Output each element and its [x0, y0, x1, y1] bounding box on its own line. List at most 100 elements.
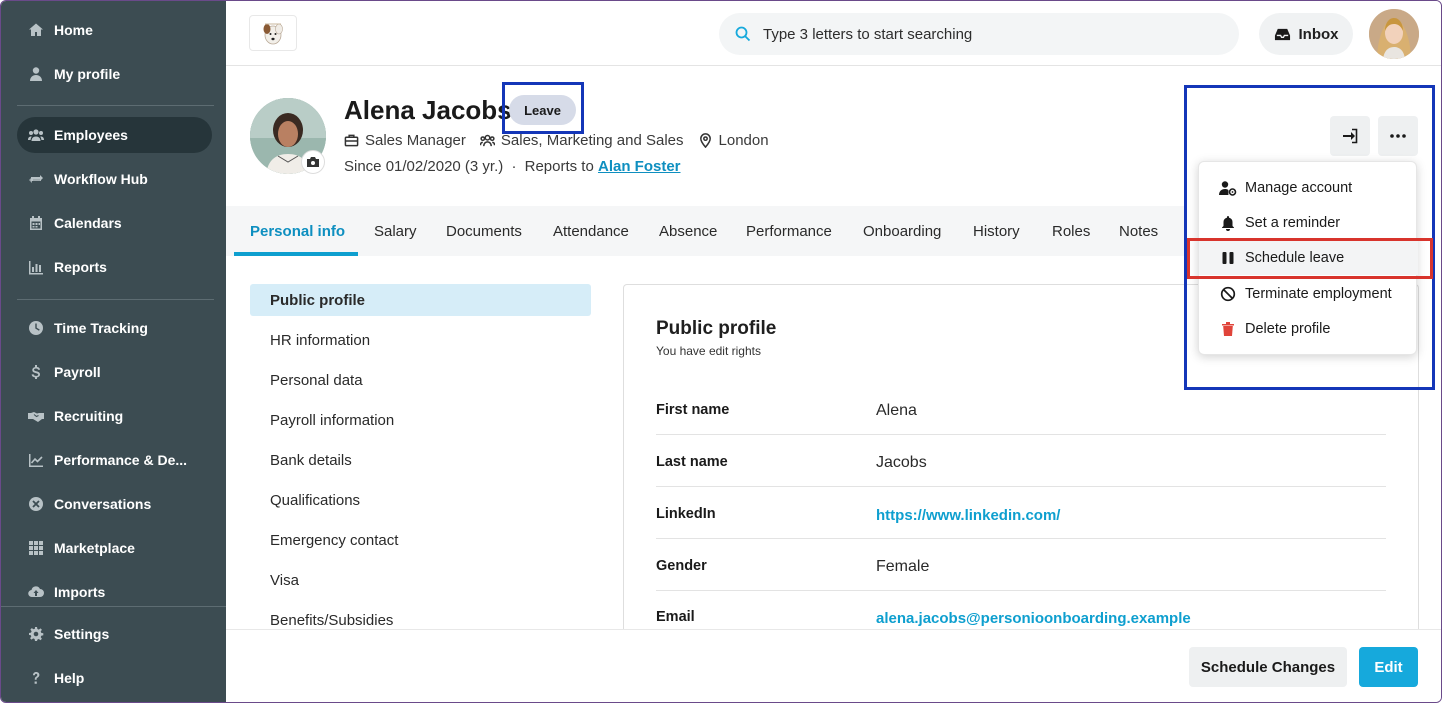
- question-icon: [27, 669, 45, 687]
- tab-salary[interactable]: Salary: [374, 206, 417, 256]
- inbox-label: Inbox: [1298, 25, 1339, 43]
- company-logo[interactable]: [249, 15, 297, 51]
- sidebar-item-my-profile[interactable]: My profile: [17, 56, 212, 92]
- location-pin-icon: [699, 133, 711, 148]
- menu-item-terminate-employment[interactable]: Terminate employment: [1199, 277, 1418, 311]
- change-photo-button[interactable]: [301, 150, 325, 174]
- subnav-emergency-contact[interactable]: Emergency contact: [250, 524, 591, 556]
- since-text: Since 01/02/2020 (3 yr.): [344, 158, 504, 175]
- manager-link[interactable]: Alan Foster: [598, 158, 681, 175]
- sidebar-item-label: Conversations: [54, 496, 152, 512]
- subnav-personal-data[interactable]: Personal data: [250, 364, 591, 396]
- employee-name: Alena Jacobs: [344, 95, 512, 125]
- sidebar-item-performance[interactable]: Performance & De...: [17, 442, 212, 478]
- card-subtitle: You have edit rights: [656, 344, 761, 358]
- trash-icon: [1219, 320, 1237, 338]
- tab-history[interactable]: History: [973, 206, 1020, 256]
- action-footer: Schedule Changes Edit: [226, 629, 1441, 702]
- user-avatar-image: [1369, 9, 1419, 59]
- tab-absence[interactable]: Absence: [659, 206, 717, 256]
- tab-attendance[interactable]: Attendance: [553, 206, 629, 256]
- sidebar-item-label: Imports: [54, 584, 106, 600]
- login-as-button[interactable]: [1330, 116, 1370, 156]
- more-actions-button[interactable]: [1378, 116, 1418, 156]
- sidebar-item-settings[interactable]: Settings: [17, 616, 212, 652]
- field-divider: [656, 434, 1386, 435]
- status-badge: Leave: [509, 95, 576, 125]
- sidebar-item-label: Help: [54, 670, 85, 686]
- field-value-linkedin[interactable]: https://www.linkedin.com/: [876, 507, 1060, 524]
- menu-item-delete-profile[interactable]: Delete profile: [1199, 312, 1418, 346]
- menu-item-label: Set a reminder: [1245, 215, 1341, 231]
- grid-icon: [27, 539, 45, 557]
- active-tab-indicator: [234, 252, 358, 256]
- user-gear-icon: [1219, 179, 1237, 197]
- inbox-icon: [1274, 28, 1290, 40]
- sidebar-item-label: Performance & De...: [54, 452, 188, 468]
- field-value-email[interactable]: alena.jacobs@personioonboarding.example: [876, 610, 1191, 627]
- sidebar-item-time-tracking[interactable]: Time Tracking: [17, 310, 212, 346]
- person-icon: [27, 65, 45, 83]
- sidebar-item-recruiting[interactable]: Recruiting: [17, 398, 212, 434]
- tab-notes[interactable]: Notes: [1119, 206, 1158, 256]
- ellipsis-icon: [1390, 134, 1406, 138]
- field-divider: [656, 538, 1386, 539]
- sidebar-item-home[interactable]: Home: [17, 12, 212, 48]
- sidebar-item-label: Time Tracking: [54, 320, 148, 336]
- cloud-upload-icon: [27, 583, 45, 601]
- subnav-bank-details[interactable]: Bank details: [250, 444, 591, 476]
- top-bar: Type 3 letters to start searching Inbox: [226, 1, 1441, 66]
- user-avatar[interactable]: [1369, 9, 1419, 59]
- card-title: Public profile: [656, 318, 777, 339]
- sidebar-item-label: Reports: [54, 259, 107, 275]
- subnav-qualifications[interactable]: Qualifications: [250, 484, 591, 516]
- sidebar-item-workflow-hub[interactable]: Workflow Hub: [17, 161, 212, 197]
- office-text: London: [718, 132, 769, 149]
- briefcase-icon: [344, 134, 359, 147]
- bell-icon: [1219, 214, 1237, 232]
- schedule-leave-highlight-box: [1187, 238, 1433, 279]
- subnav-visa[interactable]: Visa: [250, 564, 591, 596]
- employee-meta: Sales Manager Sales, Marketing and Sales…: [344, 132, 769, 149]
- sidebar-item-conversations[interactable]: Conversations: [17, 486, 212, 522]
- menu-item-set-reminder[interactable]: Set a reminder: [1199, 206, 1418, 240]
- subnav-payroll-information[interactable]: Payroll information: [250, 404, 591, 436]
- subnav-public-profile[interactable]: Public profile: [250, 284, 591, 316]
- employee-tenure: Since 01/02/2020 (3 yr.) · Reports to Al…: [344, 158, 681, 175]
- menu-item-label: Delete profile: [1245, 321, 1331, 337]
- sidebar-item-label: Recruiting: [54, 408, 124, 424]
- tab-onboarding[interactable]: Onboarding: [863, 206, 941, 256]
- sidebar-item-employees[interactable]: Employees: [17, 117, 212, 153]
- sidebar-item-label: Calendars: [54, 215, 122, 231]
- repeat-icon: [27, 170, 45, 188]
- menu-item-manage-account[interactable]: Manage account: [1199, 171, 1418, 205]
- sidebar-item-imports[interactable]: Imports: [17, 574, 212, 610]
- edit-button[interactable]: Edit: [1359, 647, 1418, 687]
- camera-icon: [307, 157, 319, 167]
- people-icon: [27, 126, 45, 144]
- sidebar-item-calendars[interactable]: Calendars: [17, 205, 212, 241]
- sidebar-item-reports[interactable]: Reports: [17, 249, 212, 285]
- sidebar-item-marketplace[interactable]: Marketplace: [17, 530, 212, 566]
- bar-chart-icon: [27, 258, 45, 276]
- tab-documents[interactable]: Documents: [446, 206, 522, 256]
- schedule-changes-button[interactable]: Schedule Changes: [1189, 647, 1347, 687]
- sidebar-item-payroll[interactable]: Payroll: [17, 354, 212, 390]
- field-label-email: Email: [656, 609, 695, 625]
- trend-icon: [27, 451, 45, 469]
- position-text: Sales Manager: [365, 132, 466, 149]
- search-input[interactable]: Type 3 letters to start searching: [719, 13, 1239, 55]
- field-label-linkedin: LinkedIn: [656, 506, 716, 522]
- sidebar-item-label: Marketplace: [54, 540, 135, 556]
- sidebar-item-label: My profile: [54, 66, 121, 82]
- tab-performance[interactable]: Performance: [746, 206, 832, 256]
- search-placeholder: Type 3 letters to start searching: [763, 25, 973, 43]
- tab-personal-info[interactable]: Personal info: [250, 206, 345, 256]
- tab-roles[interactable]: Roles: [1052, 206, 1090, 256]
- profile-tabs: Personal info Salary Documents Attendanc…: [226, 206, 1186, 256]
- subnav-hr-information[interactable]: HR information: [250, 324, 591, 356]
- inbox-button[interactable]: Inbox: [1259, 13, 1353, 55]
- sidebar-item-label: Payroll: [54, 364, 101, 380]
- sidebar-item-help[interactable]: Help: [17, 660, 212, 696]
- status-highlight-box: Leave: [502, 82, 584, 134]
